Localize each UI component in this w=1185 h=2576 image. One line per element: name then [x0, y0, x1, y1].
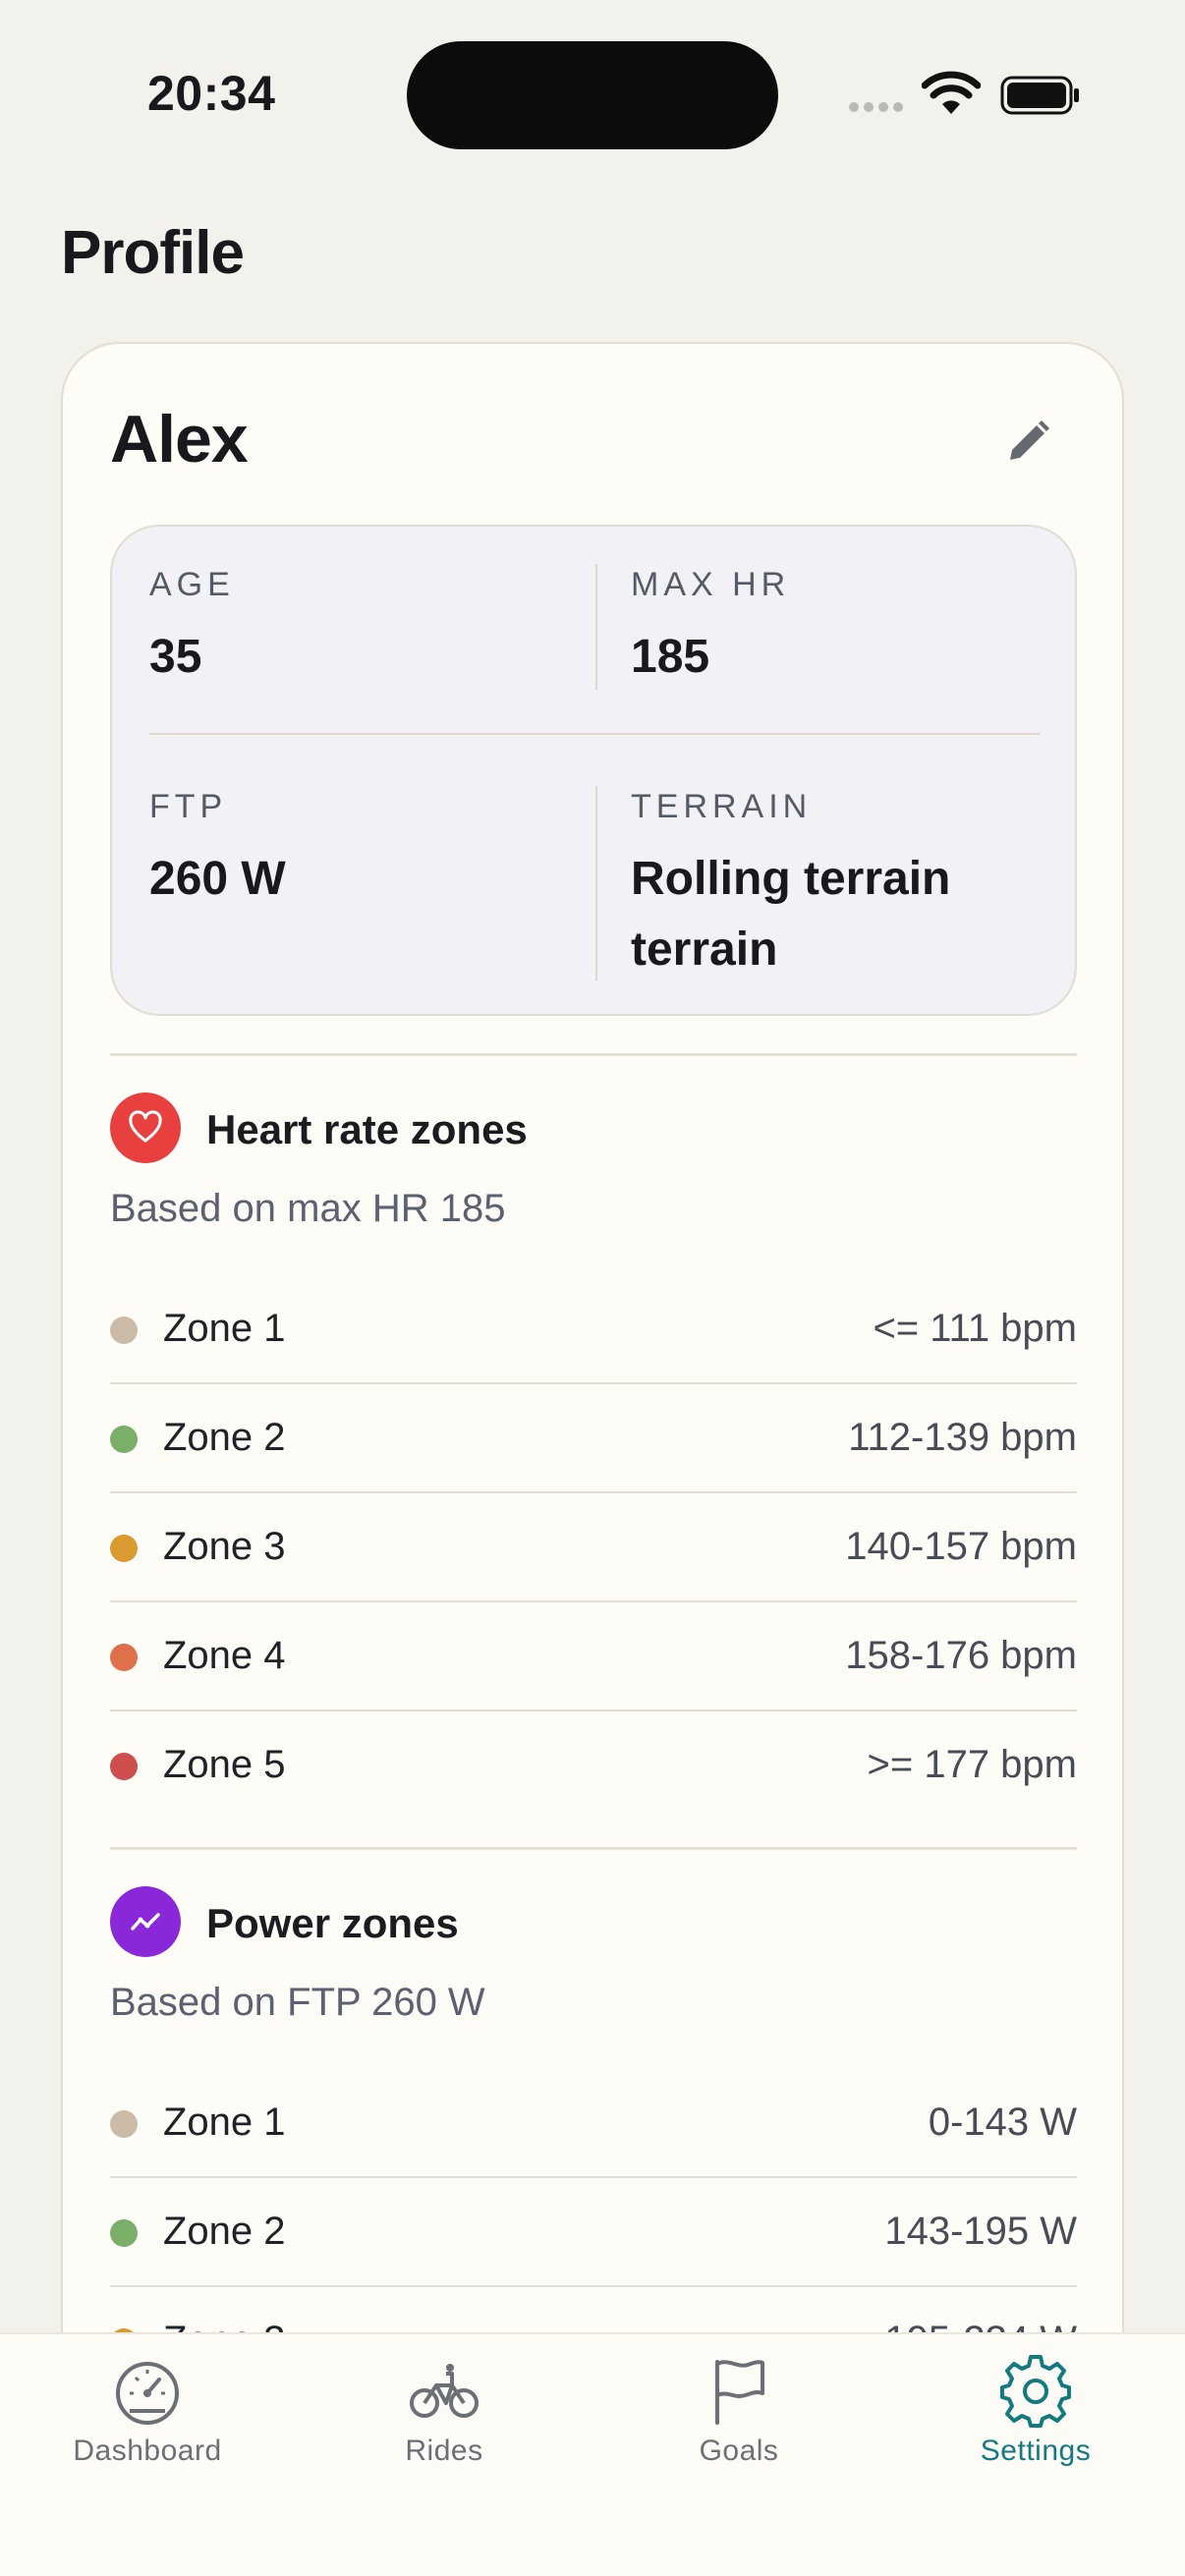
zone-name: Zone 3 [163, 1525, 286, 1568]
hr-zone-row: Zone 5 >= 177 bpm [110, 1711, 1077, 1820]
power-zone-row: Zone 1 0-143 W [110, 2069, 1077, 2178]
stats-divider-vertical [595, 564, 597, 690]
stat-age: AGE 35 [149, 566, 235, 693]
bike-icon [410, 2364, 479, 2418]
tab-bar: Dashboard Rides Goals Settings [0, 2332, 1185, 2576]
stat-max-hr-value: 185 [631, 631, 710, 683]
gear-icon [1000, 2355, 1071, 2428]
stat-max-hr-label: MAX HR [631, 566, 791, 603]
zone-range: 143-195 W [884, 2210, 1077, 2253]
zone-color-dot [110, 1644, 138, 1671]
gauge-icon [116, 2362, 179, 2425]
stats-divider-vertical [595, 786, 597, 980]
heart-icon [110, 1092, 181, 1163]
zone-range: 112-139 bpm [848, 1416, 1077, 1459]
tab-label: Dashboard [73, 2435, 222, 2467]
zone-range: 140-157 bpm [845, 1525, 1077, 1568]
stat-terrain-value: Rolling terrain terrain [631, 853, 951, 976]
power-zone-row: Zone 2 143-195 W [110, 2178, 1077, 2287]
section-divider [110, 1847, 1077, 1850]
stat-ftp-value: 260 W [149, 853, 286, 905]
profile-card: Alex AGE 35 MAX HR 185 FTP 260 W TERRAIN… [61, 342, 1124, 2576]
wifi-icon [922, 71, 981, 114]
tab-label: Settings [980, 2435, 1092, 2467]
zone-name: Zone 5 [163, 1743, 286, 1786]
power-zones-title: Power zones [206, 1900, 459, 1946]
zone-range: 0-143 W [928, 2100, 1077, 2144]
zone-name: Zone 4 [163, 1634, 286, 1677]
flag-icon [715, 2360, 764, 2425]
power-zones-subtitle: Based on FTP 260 W [110, 1981, 485, 2024]
battery-icon [1000, 76, 1079, 115]
zone-range: >= 177 bpm [867, 1743, 1078, 1786]
tab-dashboard[interactable]: Dashboard [0, 2354, 295, 2501]
zone-name: Zone 1 [163, 2100, 286, 2144]
stats-divider-horizontal [149, 733, 1040, 735]
tab-label: Rides [405, 2435, 483, 2467]
zone-color-dot [110, 1753, 138, 1780]
profile-stats-panel: AGE 35 MAX HR 185 FTP 260 W TERRAIN Roll… [110, 525, 1077, 1016]
zone-name: Zone 1 [163, 1307, 286, 1350]
page-title: Profile [61, 219, 245, 287]
stat-age-label: AGE [149, 566, 235, 603]
hr-zone-row: Zone 3 140-157 bpm [110, 1493, 1077, 1602]
zone-name: Zone 2 [163, 2210, 286, 2253]
dynamic-island [407, 41, 778, 149]
zone-color-dot [110, 2110, 138, 2138]
heart-rate-zones-subtitle: Based on max HR 185 [110, 1187, 506, 1230]
profile-screen: 20:34 Profile Alex AGE 35 MAX HR 185 FTP… [0, 0, 1185, 2576]
stat-terrain: TERRAIN Rolling terrain terrain [631, 788, 1044, 985]
zone-name: Zone 2 [163, 1416, 286, 1459]
zone-range: <= 111 bpm [873, 1307, 1077, 1350]
stat-ftp: FTP 260 W [149, 788, 286, 915]
stat-age-value: 35 [149, 631, 202, 683]
zone-color-dot [110, 1426, 138, 1453]
tab-goals[interactable]: Goals [592, 2354, 886, 2501]
stat-ftp-label: FTP [149, 788, 228, 825]
tab-settings[interactable]: Settings [888, 2354, 1183, 2501]
zone-color-dot [110, 2219, 138, 2247]
section-divider [110, 1053, 1077, 1056]
profile-name: Alex [110, 402, 249, 476]
cellular-signal-icon [849, 102, 903, 112]
tab-rides[interactable]: Rides [297, 2354, 592, 2501]
zone-color-dot [110, 1316, 138, 1344]
tab-label: Goals [699, 2435, 779, 2467]
hr-zone-row: Zone 1 <= 111 bpm [110, 1275, 1077, 1384]
edit-pencil-icon[interactable] [998, 409, 1061, 472]
heart-rate-zones-title: Heart rate zones [206, 1106, 528, 1152]
hr-zone-row: Zone 2 112-139 bpm [110, 1384, 1077, 1493]
zone-range: 158-176 bpm [845, 1634, 1077, 1677]
stat-max-hr: MAX HR 185 [631, 566, 790, 693]
status-time: 20:34 [147, 66, 276, 121]
hr-zone-row: Zone 4 158-176 bpm [110, 1602, 1077, 1711]
zone-color-dot [110, 1535, 138, 1562]
stat-terrain-label: TERRAIN [631, 788, 813, 825]
trend-icon [110, 1886, 181, 1957]
